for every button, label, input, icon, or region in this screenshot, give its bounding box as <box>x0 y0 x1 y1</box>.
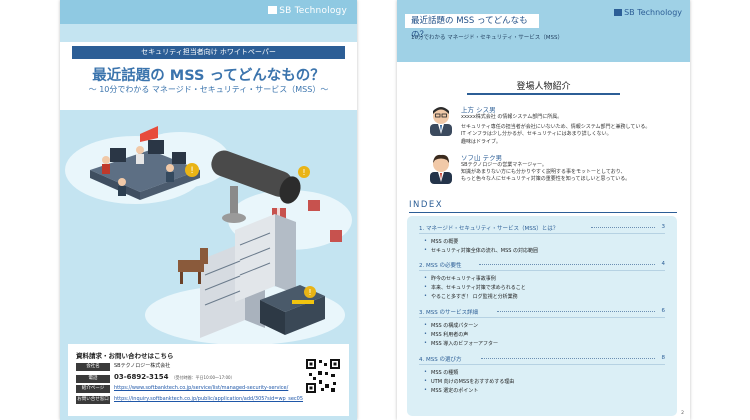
cover-brand: SB Technology <box>268 6 347 16</box>
index-item: やること多すぎ！ ログ監視と分析業務 <box>424 293 518 300</box>
section-title: 4. MSS の選び方 <box>419 357 462 363</box>
section-page-number: 6 <box>661 308 666 314</box>
phone-number[interactable]: 03-6892-3154 <box>114 373 169 381</box>
divider <box>419 364 665 365</box>
character-description: xxxxx株式会社 の情報システム部門に所属。 セキュリティ専任の担当者が会社に… <box>461 114 686 146</box>
cover-page: SB Technology セキュリティ担当者向け ホワイトペーパー 最近話題の… <box>60 0 357 420</box>
cover-illustration: ! ! ! <box>65 126 352 345</box>
svg-text:!: ! <box>302 168 305 177</box>
divider <box>419 317 665 318</box>
index-item: 本来、セキュリティ対策で求められること <box>424 284 526 291</box>
leader-dots <box>481 358 655 359</box>
index-item: MSS の概要 <box>424 238 458 245</box>
section-title: 3. MSS のサービス詳細 <box>419 310 478 316</box>
index-section-2[interactable]: 2. MSS の必要性 4 <box>419 261 665 269</box>
index-section-4[interactable]: 4. MSS の選び方 8 <box>419 355 665 363</box>
index-item: MSS 選定のポイント <box>424 387 478 394</box>
svg-text:!: ! <box>308 288 311 297</box>
index-section-1[interactable]: 1. マネージド・セキュリティ・サービス（MSS）とは？ 3 <box>419 224 665 232</box>
index-header-title: 最近話題の MSS ってどんなもの？ <box>405 14 539 40</box>
inquiry-link[interactable]: https://inquiry.softbanktech.co.jp/publi… <box>114 396 303 402</box>
description-line: もっと色々な人にセキュリティ対策の重要性を知ってほしいと思っている。 <box>461 176 631 183</box>
character-name: ソフ山 テク男 <box>461 154 503 162</box>
index-header-subtitle: 10分でわかる マネージド・セキュリティ・サービス（MSS） <box>411 35 564 41</box>
contact-panel: 資料請求・お問い合わせはこちら 会社名 SBテクノロジー株式会社 電話 03-689… <box>68 344 349 416</box>
character-name: 上方 シス男 <box>461 106 496 114</box>
description-line: IT インフラは少し分かるが、セキュリティにはあまり詳しくない。 <box>461 131 612 138</box>
avatar-customer-icon <box>430 107 452 136</box>
leader-dots <box>497 311 655 312</box>
brand-logo-icon <box>614 9 623 16</box>
character-description: SBテクノロジーの営業マネージャー。 知識があまりない方にも分かりやすく説明する… <box>461 162 686 184</box>
index-item: MSS の種類 <box>424 369 458 376</box>
brand-logo-icon <box>268 6 278 14</box>
contact-row-inquiry: お問い合せ窓口 https://inquiry.softbanktech.co.j… <box>76 395 303 404</box>
qr-code-icon[interactable] <box>305 358 341 394</box>
service-page-link[interactable]: https://www.softbanktech.co.jp/service/l… <box>114 385 288 391</box>
cover-brand-text: SB Technology <box>279 6 347 16</box>
section-title: 1. マネージド・セキュリティ・サービス（MSS）とは？ <box>419 226 559 232</box>
divider <box>419 233 665 234</box>
index-brand: SB Technology <box>614 8 682 17</box>
leader-dots <box>479 264 655 265</box>
svg-text:!: ! <box>190 166 194 176</box>
index-item: UTM 向けのMSSをおすすめする理由 <box>424 378 514 385</box>
contact-heading: 資料請求・お問い合わせはこちら <box>76 352 174 360</box>
phone-hours: （受付時間：平日10:00〜17:00） <box>171 375 235 380</box>
divider <box>419 270 665 271</box>
contact-row-phone: 電話 03-6892-3154 （受付時間：平日10:00〜17:00） <box>76 373 235 383</box>
contact-row-company: 会社名 SBテクノロジー株式会社 <box>76 362 171 371</box>
section-page-number: 3 <box>661 224 666 230</box>
avatar-sales-icon <box>430 154 452 184</box>
description-line: 趣味はドライブ。 <box>461 138 501 145</box>
section-page-number: 8 <box>661 355 666 361</box>
contact-label: お問い合せ窓口 <box>76 396 110 404</box>
contact-label: 紹介ページ <box>76 385 110 393</box>
contact-value: SBテクノロジー株式会社 <box>114 363 171 369</box>
contact-row-service-page: 紹介ページ https://www.softbanktech.co.jp/serv… <box>76 384 288 393</box>
index-page: 最近話題の MSS ってどんなもの？ 10分でわかる マネージド・セキュリティ・… <box>397 0 690 420</box>
index-item: MSS の構成パターン <box>424 322 478 329</box>
index-item: 昨今のセキュリティ事故事例 <box>424 275 496 282</box>
divider <box>409 212 677 213</box>
divider <box>467 93 620 95</box>
index-item: セキュリティ対策全体の流れ、MSS の対応範囲 <box>424 247 538 254</box>
index-section-3[interactable]: 3. MSS のサービス詳細 6 <box>419 308 665 316</box>
cover-title: 最近話題の MSS ってどんなもの？ <box>92 68 325 84</box>
contact-label: 電話 <box>76 375 110 383</box>
index-brand-text: SB Technology <box>624 8 682 17</box>
section-title: 2. MSS の必要性 <box>419 263 462 269</box>
page-number: 2 <box>681 411 684 416</box>
index-list: 1. マネージド・セキュリティ・サービス（MSS）とは？ 3 MSS の概要 セ… <box>407 216 677 416</box>
contact-label: 会社名 <box>76 363 110 371</box>
characters-heading: 登場人物紹介 <box>516 82 571 92</box>
index-item: MSS 利用者の声 <box>424 331 468 338</box>
leader-dots <box>591 227 655 228</box>
index-item: MSS 導入のビフォーアフター <box>424 340 498 347</box>
section-page-number: 4 <box>661 261 666 267</box>
index-heading: INDEX <box>409 200 444 210</box>
cover-tag: セキュリティ担当者向け ホワイトペーパー <box>72 46 345 59</box>
cover-subtitle: 〜 10分でわかる マネージド・セキュリティ・サービス（MSS）〜 <box>88 85 329 94</box>
description-line: xxxxx株式会社 の情報システム部門に所属。 <box>461 114 563 120</box>
